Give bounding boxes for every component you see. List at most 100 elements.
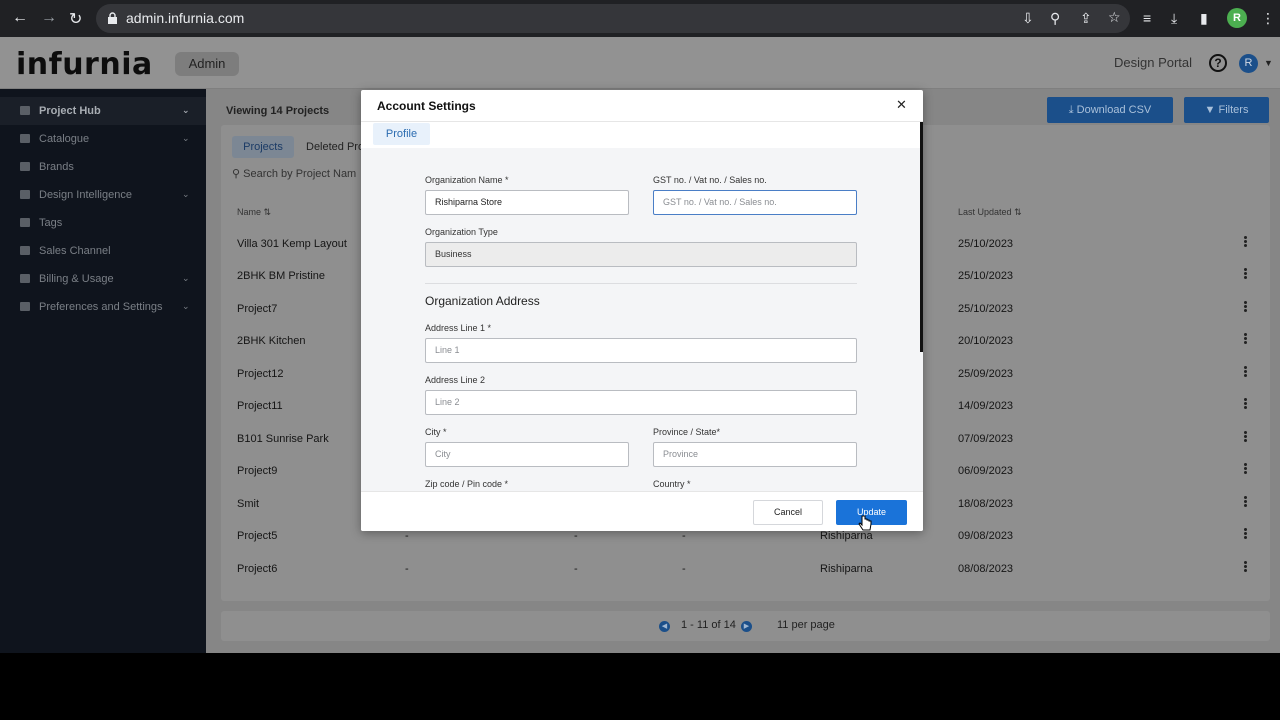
back-icon[interactable]: ← (12, 9, 28, 27)
last-updated-cell: 08/08/2023 (958, 563, 1014, 575)
last-updated-cell: 09/08/2023 (958, 530, 1014, 542)
modal-footer: Cancel Update (361, 491, 923, 531)
chevron-down-icon: ⌄ (182, 273, 190, 283)
prev-page-icon[interactable]: ◀ (659, 621, 670, 632)
sidebar-item-label: Preferences and Settings (39, 301, 163, 313)
download-csv-button[interactable]: ⤓ Download CSV (1047, 97, 1173, 123)
project-search-input[interactable]: ⚲ Search by Project Nam (232, 167, 356, 180)
share-icon[interactable]: ⇪ (1080, 10, 1092, 27)
download-icon: ⤓ (1068, 104, 1077, 116)
column-header-name[interactable]: Name ⇅ (237, 207, 271, 218)
infurnia-logo[interactable]: infurnia (16, 47, 153, 82)
org-name-label: Organization Name * (425, 175, 509, 185)
project-name-cell: 2BHK BM Pristine (237, 270, 326, 282)
sidebar-item-design-intelligence[interactable]: Design Intelligence ⌄ (0, 181, 206, 209)
install-icon[interactable]: ⇩ (1022, 10, 1034, 27)
reload-icon[interactable]: ↻ (69, 9, 82, 29)
per-page-select[interactable]: 11 per page (777, 619, 835, 631)
tab-projects[interactable]: Projects (232, 136, 294, 158)
column-header-last-updated-label: Last Updated (958, 207, 1012, 217)
catalogue-icon (20, 134, 30, 143)
more-options-icon[interactable] (1242, 236, 1248, 250)
project-name-cell: Smit (237, 498, 259, 510)
menu-icon[interactable]: ⋮ (1261, 10, 1275, 27)
browser-profile-avatar[interactable]: R (1227, 8, 1247, 28)
chevron-down-icon: ⌄ (182, 301, 190, 311)
sidebar-item-preferences[interactable]: Preferences and Settings ⌄ (0, 293, 206, 321)
table-cell: - (682, 530, 686, 542)
project-name-cell: Project11 (237, 400, 283, 412)
filters-label: Filters (1218, 104, 1249, 116)
close-icon[interactable]: ✕ (896, 97, 907, 113)
project-name-cell: Project7 (237, 303, 278, 315)
more-options-icon[interactable] (1242, 431, 1248, 445)
last-updated-cell: 25/10/2023 (958, 238, 1014, 250)
brand-icon (20, 162, 30, 171)
more-options-icon[interactable] (1242, 496, 1248, 510)
star-icon[interactable]: ☆ (1108, 9, 1121, 26)
province-input[interactable]: Province (653, 442, 857, 467)
sidebar-item-sales-channel[interactable]: Sales Channel (0, 237, 206, 265)
user-menu-caret-icon[interactable]: ▼ (1264, 58, 1273, 68)
org-type-field: Business (425, 242, 857, 267)
org-name-input[interactable]: Rishiparna Store (425, 190, 629, 215)
filters-button[interactable]: ▼ Filters (1184, 97, 1269, 123)
more-options-icon[interactable] (1242, 398, 1248, 412)
cancel-button[interactable]: Cancel (753, 500, 823, 525)
address-line1-input[interactable]: Line 1 (425, 338, 857, 363)
address-bar[interactable]: admin.infurnia.com ⇩ ⚲ ⇪ ☆ (96, 4, 1130, 33)
zoom-icon[interactable]: ⚲ (1050, 10, 1060, 27)
user-avatar[interactable]: R (1239, 54, 1258, 73)
org-type-label: Organization Type (425, 227, 498, 237)
modal-title: Account Settings (377, 99, 476, 113)
sidebar-item-tags[interactable]: Tags (0, 209, 206, 237)
city-label: City * (425, 427, 447, 437)
pagination-range: 1 - 11 of 14 (681, 619, 736, 631)
design-portal-link[interactable]: Design Portal (1114, 55, 1192, 70)
sort-icon: ⇅ (263, 207, 272, 217)
help-icon[interactable]: ? (1209, 54, 1227, 72)
reading-list-icon[interactable]: ≡ (1143, 10, 1151, 26)
next-page-icon[interactable]: ▶ (741, 621, 752, 632)
sidepanel-icon[interactable]: ▮ (1200, 10, 1208, 27)
billing-icon (20, 274, 30, 283)
more-options-icon[interactable] (1242, 528, 1248, 542)
filter-icon: ▼ (1204, 104, 1219, 116)
section-divider (425, 283, 857, 284)
gst-input[interactable]: GST no. / Vat no. / Sales no. (653, 190, 857, 215)
city-input[interactable]: City (425, 442, 629, 467)
viewing-count: Viewing 14 Projects (226, 105, 330, 117)
more-options-icon[interactable] (1242, 333, 1248, 347)
sidebar-item-label: Catalogue (39, 133, 90, 145)
table-cell: - (405, 563, 409, 575)
sidebar-item-catalogue[interactable]: Catalogue ⌄ (0, 125, 206, 153)
country-label: Country * (653, 479, 691, 489)
more-options-icon[interactable] (1242, 463, 1248, 477)
download-icon[interactable]: ⤓ (1171, 10, 1177, 27)
more-options-icon[interactable] (1242, 561, 1248, 575)
forward-icon[interactable]: → (41, 9, 57, 27)
project-name-cell: Project12 (237, 368, 284, 380)
more-options-icon[interactable] (1242, 268, 1248, 282)
last-updated-cell: 14/09/2023 (958, 400, 1014, 412)
chevron-down-icon: ⌄ (182, 105, 190, 115)
chevron-down-icon: ⌄ (182, 189, 190, 199)
last-updated-cell: 07/09/2023 (958, 433, 1014, 445)
column-header-last-updated[interactable]: Last Updated ⇅ (958, 207, 1022, 218)
address-line2-input[interactable]: Line 2 (425, 390, 857, 415)
table-cell: - (574, 563, 578, 575)
sidebar-item-billing[interactable]: Billing & Usage ⌄ (0, 265, 206, 293)
more-options-icon[interactable] (1242, 301, 1248, 315)
tab-profile[interactable]: Profile (373, 123, 430, 145)
sidebar-item-brands[interactable]: Brands (0, 153, 206, 181)
browser-toolbar: ← → ↻ admin.infurnia.com ⇩ ⚲ ⇪ ☆ ≡ ⤓ ▮ R… (0, 0, 1280, 37)
modal-header-divider (361, 121, 923, 122)
tab-deleted-projects[interactable]: Deleted Pro (306, 136, 364, 158)
search-icon: ⚲ (232, 168, 244, 180)
sidebar-item-project-hub[interactable]: Project Hub ⌄ (0, 97, 206, 125)
table-row[interactable]: Project6 - - - Rishiparna 08/08/2023 (221, 554, 1270, 586)
table-cell: - (574, 530, 578, 542)
folder-icon (20, 106, 30, 115)
form-scrollbar[interactable] (920, 122, 923, 352)
more-options-icon[interactable] (1242, 366, 1248, 380)
